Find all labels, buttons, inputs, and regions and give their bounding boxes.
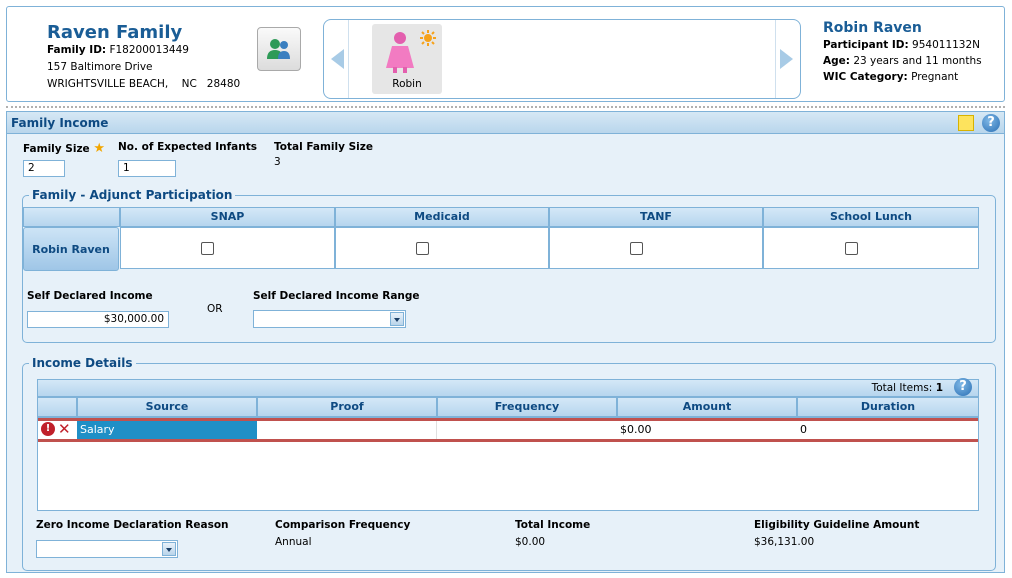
grid-toolbar: Total Items: 1 ? (37, 378, 979, 397)
row-bottom-border (38, 439, 978, 442)
family-members-button[interactable] (257, 27, 301, 71)
participant-id-line: Participant ID: 954011132N (823, 39, 980, 51)
adjunct-col-corner (23, 207, 120, 227)
adjunct-cell-medicaid (335, 227, 549, 269)
row-frequency-cell[interactable] (437, 421, 617, 439)
income-range-select[interactable] (253, 310, 406, 328)
snap-checkbox[interactable] (201, 242, 214, 255)
zero-income-label: Zero Income Declaration Reason (36, 519, 229, 531)
grid-col-actions (37, 397, 77, 417)
note-icon[interactable] (958, 115, 974, 131)
income-details-legend: Income Details (29, 356, 136, 370)
family-address-line2: WRIGHTSVILLE BEACH, NC 28480 (47, 78, 241, 90)
total-family-size-value: 3 (274, 156, 281, 168)
total-items-label: Total Items: (871, 382, 933, 394)
participant-tile-label: Robin (392, 78, 422, 90)
family-address-line1: 157 Baltimore Drive (47, 61, 153, 73)
income-range-label: Self Declared Income Range (253, 290, 420, 302)
adjunct-cell-school-lunch (763, 227, 979, 269)
grid-col-amount[interactable]: Amount (617, 397, 797, 417)
self-declared-income-label: Self Declared Income (27, 290, 153, 302)
participant-id-label: Participant ID: (823, 39, 909, 51)
grid-col-proof[interactable]: Proof (257, 397, 437, 417)
total-income-label: Total Income (515, 519, 591, 531)
header-separator (6, 106, 1005, 108)
dropdown-arrow-icon[interactable] (390, 312, 404, 326)
family-size-label-text: Family Size (23, 143, 90, 155)
grid-col-source[interactable]: Source (77, 397, 257, 417)
adjunct-row-label: Robin Raven (32, 242, 110, 256)
total-income-value: $0.00 (515, 536, 546, 548)
family-id-value: F18200013449 (109, 44, 189, 56)
adjunct-cell-tanf (549, 227, 763, 269)
adjunct-cell-snap (120, 227, 335, 269)
row-source-cell[interactable]: Salary (77, 421, 257, 439)
participant-tile-robin[interactable]: Robin (372, 24, 442, 94)
family-size-label: Family Size ★ (23, 141, 105, 156)
adjunct-col-snap: SNAP (120, 207, 335, 227)
total-items-value: 1 (935, 382, 943, 394)
family-card: Raven Family Family ID: F18200013449 157… (6, 6, 1005, 102)
expected-infants-input[interactable]: 1 (118, 160, 176, 177)
adjunct-col-medicaid: Medicaid (335, 207, 549, 227)
family-id-label: Family ID: (47, 44, 107, 56)
adjunct-col-school-lunch: School Lunch (763, 207, 979, 227)
adjunct-legend: Family - Adjunct Participation (29, 188, 236, 202)
delete-icon[interactable]: ✕ (58, 420, 71, 438)
or-label: OR (207, 303, 223, 315)
carousel-next-button[interactable] (775, 20, 797, 98)
family-members-icon (267, 39, 290, 59)
comparison-frequency-value: Annual (275, 536, 312, 548)
income-grid-body: ! ✕ Salary $0.00 0 (37, 417, 979, 511)
carousel-prev-button[interactable] (327, 20, 349, 98)
family-income-panel: Family Income ? Family Size ★ No. of Exp… (6, 111, 1005, 573)
adjunct-col-tanf: TANF (549, 207, 763, 227)
eligibility-guideline-value: $36,131.00 (754, 536, 815, 548)
adjunct-row-robin-raven[interactable]: Robin Raven (23, 227, 119, 271)
family-name: Raven Family (47, 22, 183, 43)
expected-infants-label: No. of Expected Infants (118, 141, 257, 153)
panel-title: Family Income (11, 116, 109, 130)
dropdown-arrow-icon[interactable] (162, 542, 176, 556)
participant-id-value: 954011132N (912, 39, 981, 51)
participant-carousel: Robin (323, 19, 801, 99)
participant-age-label: Age: (823, 55, 850, 67)
participant-age-value: 23 years and 11 months (853, 55, 982, 67)
star-icon: ★ (93, 141, 105, 156)
sun-badge-icon (420, 30, 436, 46)
grid-help-icon[interactable]: ? (954, 378, 972, 396)
pregnant-woman-icon (386, 32, 414, 73)
row-proof-cell[interactable] (257, 421, 437, 439)
total-items: Total Items: 1 (872, 382, 943, 394)
help-icon[interactable]: ? (982, 114, 1000, 132)
adjunct-participation-group: Family - Adjunct Participation SNAP Medi… (22, 188, 996, 343)
self-declared-income-input[interactable]: $30,000.00 (27, 311, 169, 328)
tanf-checkbox[interactable] (630, 242, 643, 255)
grid-col-duration[interactable]: Duration (797, 397, 979, 417)
participant-category-label: WIC Category: (823, 71, 908, 83)
income-details-group: Income Details Total Items: 1 ? Source P… (22, 356, 996, 571)
family-id-line: Family ID: F18200013449 (47, 44, 189, 56)
panel-header: Family Income ? (7, 112, 1004, 134)
zero-income-select[interactable] (36, 540, 178, 558)
table-row[interactable]: ! ✕ Salary $0.00 0 (38, 420, 978, 439)
comparison-frequency-label: Comparison Frequency (275, 519, 411, 531)
total-family-size-label: Total Family Size (274, 141, 374, 153)
medicaid-checkbox[interactable] (416, 242, 429, 255)
arrow-right-icon (780, 49, 793, 69)
participant-category-line: WIC Category: Pregnant (823, 71, 958, 83)
participant-name: Robin Raven (823, 20, 922, 36)
eligibility-guideline-label: Eligibility Guideline Amount (754, 519, 920, 531)
participant-category-value: Pregnant (911, 71, 959, 83)
grid-col-frequency[interactable]: Frequency (437, 397, 617, 417)
family-header: Raven Family Family ID: F18200013449 157… (0, 0, 1012, 104)
participant-age-line: Age: 23 years and 11 months (823, 55, 982, 67)
error-icon: ! (41, 422, 55, 436)
family-size-input[interactable]: 2 (23, 160, 65, 177)
school-lunch-checkbox[interactable] (845, 242, 858, 255)
arrow-left-icon (331, 49, 344, 69)
